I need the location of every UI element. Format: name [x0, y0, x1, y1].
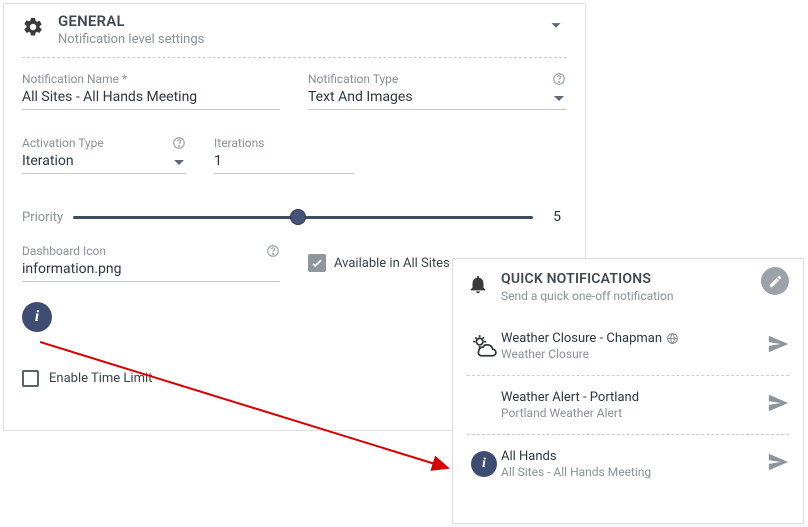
dashboard-icon-input[interactable]: [22, 258, 280, 282]
field-label: Iterations: [214, 136, 264, 150]
pencil-icon: [768, 274, 783, 289]
field-label: Activation Type: [22, 136, 104, 150]
notification-name-field: Notification Name *: [22, 72, 280, 110]
help-icon[interactable]: [266, 244, 280, 258]
panel-title: GENERAL: [58, 14, 204, 29]
edit-button[interactable]: [761, 267, 789, 295]
send-button[interactable]: [767, 451, 789, 477]
bell-icon: [467, 273, 489, 295]
caret-down-icon: [554, 94, 564, 104]
card-title: QUICK NOTIFICATIONS: [501, 271, 673, 287]
priority-row: Priority 5: [22, 208, 567, 226]
chevron-down-icon[interactable]: [545, 14, 567, 36]
panel-header[interactable]: GENERAL Notification level settings: [22, 14, 567, 58]
list-item[interactable]: iAll HandsAll Sites - All Hands Meeting: [467, 435, 789, 483]
available-all-sites-checkbox[interactable]: Available in All Sites: [308, 254, 450, 272]
list-item[interactable]: Weather Alert - PortlandPortland Weather…: [467, 376, 789, 435]
paper-plane-icon: [767, 451, 789, 473]
list-item[interactable]: Weather Closure - Chapman Weather Closur…: [467, 317, 789, 376]
check-icon: [310, 256, 324, 270]
gear-icon: [22, 16, 44, 38]
activation-type-field: Activation Type: [22, 136, 186, 174]
field-label: Notification Name *: [22, 72, 127, 86]
activation-type-select[interactable]: [22, 150, 186, 174]
paper-plane-icon: [767, 333, 789, 355]
item-title: Weather Closure - Chapman: [501, 331, 761, 346]
help-icon[interactable]: [552, 72, 566, 86]
info-icon: i: [467, 451, 501, 477]
iterations-input[interactable]: [214, 150, 354, 174]
send-button[interactable]: [767, 392, 789, 418]
card-subtitle: Send a quick one-off notification: [501, 289, 673, 303]
field-label: Notification Type: [308, 72, 398, 86]
field-label: Dashboard Icon: [22, 244, 106, 258]
quick-notifications-card: QUICK NOTIFICATIONS Send a quick one-off…: [452, 258, 804, 524]
dashboard-icon-field: Dashboard Icon: [22, 244, 280, 282]
priority-label: Priority: [22, 210, 63, 225]
panel-subtitle: Notification level settings: [58, 32, 204, 47]
iterations-field: Iterations: [214, 136, 354, 174]
paper-plane-icon: [767, 392, 789, 414]
item-title: Weather Alert - Portland: [501, 390, 761, 405]
info-icon: i: [22, 302, 52, 332]
item-subtitle: Portland Weather Alert: [501, 406, 761, 420]
priority-slider[interactable]: [73, 208, 533, 226]
priority-value: 5: [547, 209, 567, 225]
item-subtitle: Weather Closure: [501, 347, 761, 361]
weather-icon: [467, 333, 501, 359]
caret-down-icon: [174, 158, 184, 168]
item-subtitle: All Sites - All Hands Meeting: [501, 465, 761, 479]
checkbox-label: Enable Time Limit: [49, 371, 152, 386]
help-icon[interactable]: [172, 136, 186, 150]
item-title: All Hands: [501, 449, 761, 464]
notification-type-select[interactable]: [308, 86, 566, 110]
globe-icon: [666, 332, 679, 345]
notification-type-field: Notification Type: [308, 72, 566, 110]
notification-name-input[interactable]: [22, 86, 280, 110]
send-button[interactable]: [767, 333, 789, 359]
checkbox-label: Available in All Sites: [334, 256, 450, 271]
